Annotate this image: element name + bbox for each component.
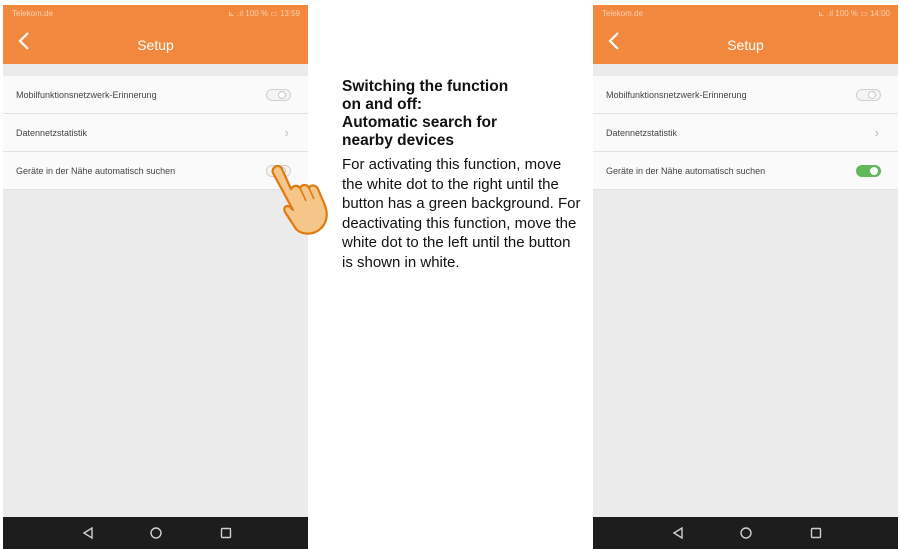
carrier-name: Telekom.de [12, 9, 53, 18]
status-bar: Telekom.de ⊾ .ıl 100 % ▭ 13:59 [3, 5, 308, 22]
nearby-devices-toggle[interactable] [856, 165, 881, 177]
nav-recents-icon[interactable] [219, 526, 233, 540]
heading-line: Automatic search for [342, 114, 498, 131]
heading-line: Switching the function [342, 78, 509, 95]
setting-row-data-statistics[interactable]: Datennetzstatistik › [593, 114, 898, 152]
setting-row-nearby-devices: Geräte in der Nähe automatisch suchen [593, 152, 898, 190]
toggle-knob [868, 91, 876, 99]
setting-row-network-reminder: Mobilfunktionsnetzwerk-Erinnerung [3, 76, 308, 114]
setting-label: Datennetzstatistik [606, 128, 678, 138]
toggle-knob [278, 91, 286, 99]
nav-home-icon[interactable] [149, 526, 163, 540]
settings-list: Mobilfunktionsnetzwerk-Erinnerung Datenn… [593, 76, 898, 190]
nav-home-icon[interactable] [739, 526, 753, 540]
instruction-heading: Switching the function on and off: Autom… [342, 78, 582, 150]
network-reminder-toggle[interactable] [856, 89, 881, 101]
toggle-knob [870, 167, 878, 175]
setting-label: Mobilfunktionsnetzwerk-Erinnerung [16, 90, 157, 100]
settings-list: Mobilfunktionsnetzwerk-Erinnerung Datenn… [3, 76, 308, 190]
carrier-name: Telekom.de [602, 9, 643, 18]
pointing-hand-icon [271, 164, 328, 235]
app-header: Setup [593, 22, 898, 64]
nav-recents-icon[interactable] [809, 526, 823, 540]
status-bar: Telekom.de ⊾ .ıl 100 % ▭ 14:00 [593, 5, 898, 22]
network-reminder-toggle[interactable] [266, 89, 291, 101]
nav-back-icon[interactable] [671, 526, 685, 540]
page-title: Setup [727, 37, 764, 53]
page-title: Setup [137, 37, 174, 53]
nav-back-icon[interactable] [81, 526, 95, 540]
instruction-text: Switching the function on and off: Autom… [342, 78, 582, 272]
android-nav-bar [593, 517, 898, 549]
app-header: Setup [3, 22, 308, 64]
instruction-body: For activating this function, move the w… [342, 156, 581, 271]
setting-row-data-statistics[interactable]: Datennetzstatistik › [3, 114, 308, 152]
setting-label: Datennetzstatistik [16, 128, 88, 138]
heading-line: nearby devices [342, 132, 455, 149]
chevron-right-icon: › [284, 125, 289, 140]
setting-label: Geräte in der Nähe automatisch suchen [606, 166, 766, 176]
heading-line: on and off: [342, 96, 423, 113]
setting-label: Mobilfunktionsnetzwerk-Erinnerung [606, 90, 747, 100]
android-nav-bar [3, 517, 308, 549]
phone-screen-after: Telekom.de ⊾ .ıl 100 % ▭ 14:00 Setup Mob… [593, 5, 898, 549]
setting-row-network-reminder: Mobilfunktionsnetzwerk-Erinnerung [593, 76, 898, 114]
phone-screen-before: Telekom.de ⊾ .ıl 100 % ▭ 13:59 Setup Mob… [3, 5, 308, 549]
status-icons-time: ⊾ .ıl 100 % ▭ 13:59 [227, 9, 300, 18]
status-icons-time: ⊾ .ıl 100 % ▭ 14:00 [817, 9, 890, 18]
chevron-right-icon: › [874, 125, 879, 140]
setting-row-nearby-devices: Geräte in der Nähe automatisch suchen [3, 152, 308, 190]
setting-label: Geräte in der Nähe automatisch suchen [16, 166, 176, 176]
